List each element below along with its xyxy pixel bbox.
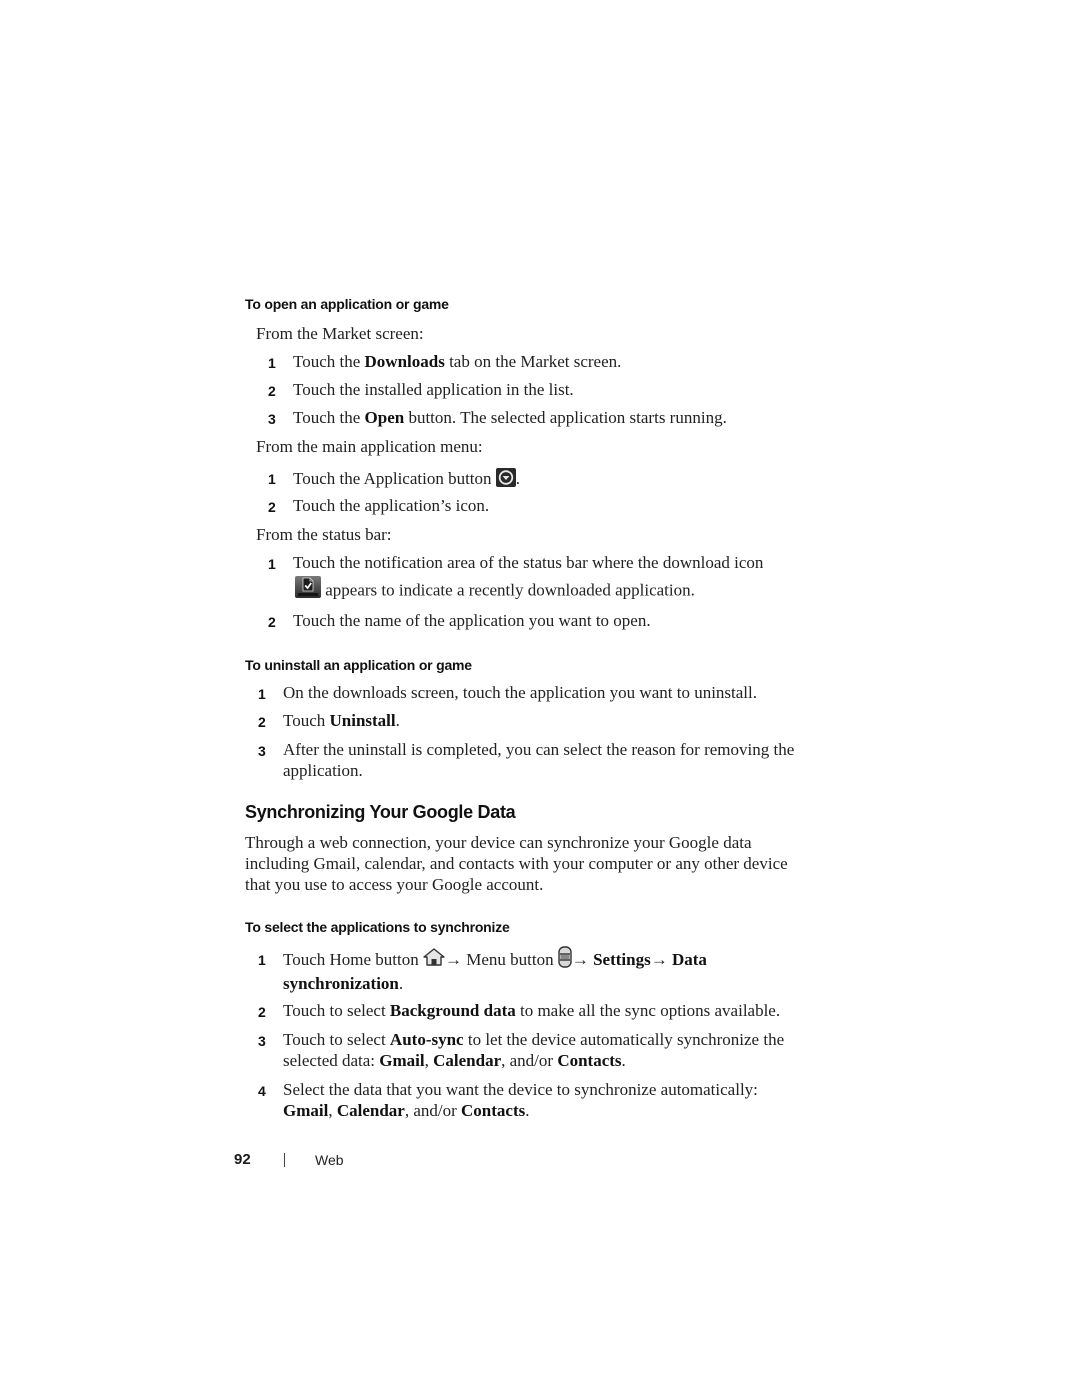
ui-term-gmail: Gmail xyxy=(379,1051,425,1070)
step-text: selected data: xyxy=(283,1051,380,1070)
from-menu-label: From the main application menu: xyxy=(256,437,483,456)
from-market-label: From the Market screen: xyxy=(256,324,424,343)
ui-term-gmail: Gmail xyxy=(283,1101,329,1120)
step-number: 3 xyxy=(258,743,266,759)
procedure-heading-uninstall: To uninstall an application or game xyxy=(245,657,472,673)
list-item: Touch the Open button. The selected appl… xyxy=(293,408,727,428)
list-item: Select the data that you want the device… xyxy=(283,1080,758,1099)
list-item-continuation: application. xyxy=(283,761,363,780)
step-text: tab on the Market screen. xyxy=(444,352,622,371)
step-number: 3 xyxy=(268,411,276,427)
application-button-icon xyxy=(495,468,516,492)
list-item: Touch the Downloads tab on the Market sc… xyxy=(293,352,621,372)
step-number: 2 xyxy=(258,1004,266,1020)
step-text: Touch to select xyxy=(283,1030,390,1049)
download-complete-icon xyxy=(295,576,321,603)
step-text: Touch the xyxy=(293,352,365,371)
ui-term-calendar: Calendar xyxy=(336,1101,405,1120)
step-text: → Menu button xyxy=(444,949,558,969)
list-item: Touch the name of the application you wa… xyxy=(293,611,651,630)
ui-term-background-data: Background data xyxy=(389,1001,516,1020)
separator-text: . xyxy=(621,1051,626,1070)
step-number: 2 xyxy=(258,714,266,730)
step-text: appears to indicate a recently downloade… xyxy=(321,580,695,600)
step-text: button. The selected application starts … xyxy=(404,408,727,427)
separator-text: , and/or xyxy=(404,1101,462,1120)
list-item: Touch to select Auto-sync to let the dev… xyxy=(283,1030,784,1050)
ui-term-settings: Settings xyxy=(593,949,651,969)
list-item: Touch Uninstall. xyxy=(283,711,400,731)
ui-term-uninstall: Uninstall xyxy=(329,711,396,730)
section-title: Synchronizing Your Google Data xyxy=(245,802,516,822)
intro-paragraph: Through a web connection, your device ca… xyxy=(245,833,788,894)
list-item: Touch the notification area of the statu… xyxy=(293,553,764,572)
ui-term-contacts: Contacts xyxy=(461,1101,526,1120)
ui-term-data: Data xyxy=(671,949,707,969)
procedure-heading-open: To open an application or game xyxy=(245,296,449,312)
step-number: 1 xyxy=(258,686,266,702)
separator-text: , and/or xyxy=(501,1051,558,1070)
step-number: 1 xyxy=(268,471,276,487)
footer-divider xyxy=(284,1153,285,1167)
step-text: Touch the xyxy=(293,408,365,427)
step-number: 1 xyxy=(258,952,266,968)
page-number: 92 xyxy=(234,1151,251,1168)
procedure-heading-sync: To select the applications to synchroniz… xyxy=(245,919,510,935)
separator-text: , xyxy=(424,1051,434,1070)
step-text: Touch the Application button xyxy=(293,468,496,488)
step-text: to make all the sync options available. xyxy=(515,1001,781,1020)
list-item: Touch the Application button . xyxy=(293,468,520,492)
step-number: 4 xyxy=(258,1083,266,1099)
ui-term-open: Open xyxy=(364,408,405,427)
step-text: to let the device automatically synchron… xyxy=(463,1030,785,1049)
list-item: Touch the installed application in the l… xyxy=(293,380,574,399)
chapter-label: Web xyxy=(315,1152,344,1168)
separator-text: . xyxy=(525,1101,530,1120)
list-item: After the uninstall is completed, you ca… xyxy=(283,740,795,759)
step-text: . xyxy=(395,711,400,730)
step-number: 3 xyxy=(258,1033,266,1049)
list-item: Touch to select Background data to make … xyxy=(283,1001,780,1021)
list-item-continuation: selected data: Gmail, Calendar, and/or C… xyxy=(283,1051,626,1071)
step-text: → xyxy=(650,949,672,969)
step-number: 2 xyxy=(268,614,276,630)
home-icon xyxy=(423,948,445,971)
step-text: Touch to select xyxy=(283,1001,390,1020)
ui-term-synchronization: synchronization xyxy=(283,974,399,993)
manual-page: To open an application or game From the … xyxy=(0,0,1080,1397)
step-text: . xyxy=(515,468,521,488)
separator-text: , xyxy=(328,1101,337,1120)
step-number: 1 xyxy=(268,355,276,371)
menu-icon xyxy=(558,946,572,973)
from-status-label: From the status bar: xyxy=(256,525,392,544)
ui-term-calendar: Calendar xyxy=(433,1051,502,1070)
step-text: Touch xyxy=(283,711,330,730)
step-number: 2 xyxy=(268,383,276,399)
list-item-continuation: appears to indicate a recently downloade… xyxy=(295,576,695,603)
list-item: Touch Home button → Menu button → Settin… xyxy=(283,946,707,973)
step-text: → xyxy=(571,949,594,969)
ui-term-downloads: Downloads xyxy=(364,352,445,371)
list-item-continuation: Gmail, Calendar, and/or Contacts. xyxy=(283,1101,530,1121)
list-item: On the downloads screen, touch the appli… xyxy=(283,683,758,702)
step-text: . xyxy=(398,974,404,993)
ui-term-contacts: Contacts xyxy=(557,1051,622,1070)
ui-term-auto-sync: Auto-sync xyxy=(389,1030,464,1049)
step-number: 2 xyxy=(268,499,276,515)
step-number: 1 xyxy=(268,556,276,572)
list-item: Touch the application’s icon. xyxy=(293,496,490,515)
step-text: Touch Home button xyxy=(283,949,423,969)
list-item-continuation: synchronization. xyxy=(283,974,403,994)
